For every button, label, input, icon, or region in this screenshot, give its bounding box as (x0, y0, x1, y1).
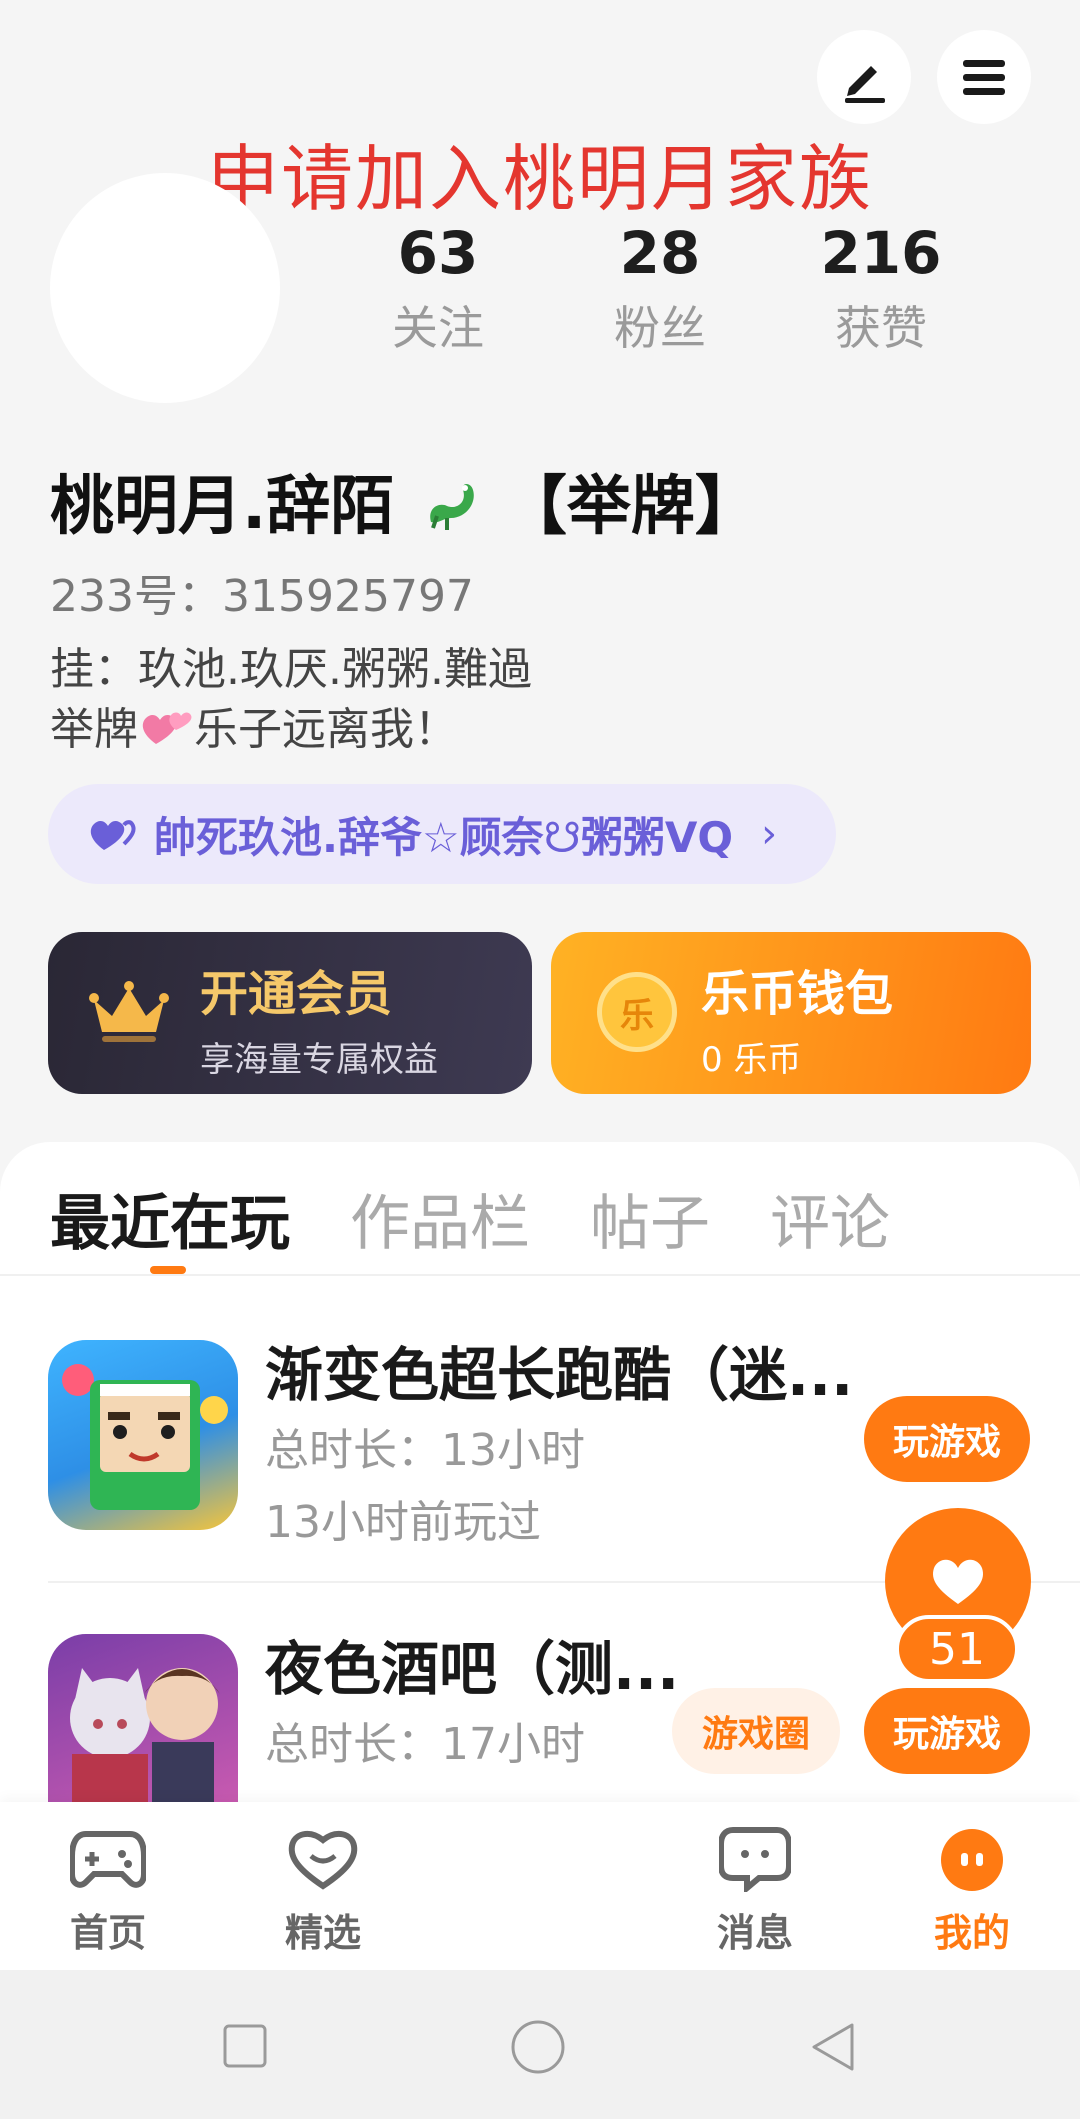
like-count-badge: 51 (895, 1615, 1019, 1683)
coin-icon: 乐 (597, 972, 677, 1052)
bio-line-2: 举牌 乐子远离我！ (50, 700, 532, 760)
chevron-right-icon: › (761, 811, 778, 857)
stat-likes-value: 216 (820, 219, 942, 287)
gamepad-icon (69, 1831, 147, 1888)
play-game-button-1[interactable]: 玩游戏 (864, 1396, 1030, 1482)
user-id: 233号：315925797 (50, 571, 474, 622)
play-game-button-2[interactable]: 玩游戏 (864, 1688, 1030, 1774)
nav-messages-label: 消息 (716, 1911, 793, 1955)
crown-icon (89, 981, 169, 1042)
tab-recent-play[interactable]: 最近在玩 (50, 1175, 290, 1262)
nav-me-label: 我的 (933, 1911, 1010, 1955)
vip-title: 开通会员 (200, 966, 393, 1022)
nav-featured-label: 精选 (284, 1911, 361, 1955)
game-last-played-1: 13小时前玩过 (265, 1497, 541, 1548)
wallet-title: 乐币钱包 (701, 966, 894, 1022)
tab-comments[interactable]: 评论 (770, 1175, 890, 1262)
back-triangle-icon[interactable] (808, 2021, 858, 2073)
game-circle-button-2[interactable]: 游戏圈 (672, 1688, 840, 1774)
hamburger-icon (963, 60, 1005, 95)
message-icon (718, 1827, 792, 1895)
stat-fans-value: 28 (619, 219, 701, 287)
heart-icon (933, 1559, 983, 1604)
stat-likes-label: 获赞 (835, 301, 927, 355)
family-link-pill[interactable]: 帥死玖池.辞爷☆顾奈☋粥粥VQ › (48, 784, 836, 884)
active-tab-indicator (150, 1266, 186, 1274)
nav-featured[interactable]: 精选 (248, 1826, 398, 1957)
wallet-card[interactable]: 乐 乐币钱包 0 乐币 (551, 932, 1031, 1094)
nav-home[interactable]: 首页 (33, 1826, 183, 1957)
recent-apps-icon[interactable] (222, 2023, 268, 2069)
stat-following-label: 关注 (392, 301, 484, 355)
game-duration-2: 总时长：17小时 (265, 1719, 585, 1770)
stat-fans-label: 粉丝 (614, 301, 706, 355)
hearts-emoji-icon (138, 702, 194, 752)
double-heart-icon (90, 820, 136, 850)
tab-works[interactable]: 作品栏 (350, 1175, 530, 1262)
dragon-emoji-icon (417, 472, 481, 536)
stat-following[interactable]: 63 关注 (328, 218, 548, 360)
game-duration-1: 总时长：13小时 (265, 1425, 585, 1476)
edit-button[interactable] (817, 30, 911, 124)
bio: 挂：玖池.玖厌.粥粥.難過 举牌 乐子远离我！ (50, 640, 532, 760)
profile-name: 桃明月.辞陌 【举牌】 (50, 455, 759, 547)
vip-subtitle: 享海量专属权益 (200, 1040, 438, 1080)
me-icon (941, 1829, 1003, 1891)
coin-glyph: 乐 (620, 995, 654, 1036)
nav-messages[interactable]: 消息 (680, 1826, 830, 1957)
stat-following-value: 63 (397, 219, 479, 287)
profile-name-text: 桃明月.辞陌 (50, 470, 395, 544)
menu-button[interactable] (937, 30, 1031, 124)
bio-line-2-end: 乐子远离我！ (194, 704, 458, 755)
nav-home-label: 首页 (69, 1911, 146, 1955)
vip-card[interactable]: 开通会员 享海量专属权益 (48, 932, 532, 1094)
game-icon-1[interactable] (48, 1340, 238, 1530)
wallet-balance: 0 乐币 (701, 1040, 802, 1080)
avatar[interactable] (50, 173, 280, 403)
tab-posts[interactable]: 帖子 (590, 1175, 710, 1262)
nav-me[interactable]: 我的 (897, 1826, 1047, 1957)
profile-name-suffix: 【举牌】 (502, 470, 759, 544)
stat-likes[interactable]: 216 获赞 (771, 218, 991, 360)
bio-line-1: 挂：玖池.玖厌.粥粥.難過 (50, 644, 532, 695)
heart-chat-icon (288, 1830, 358, 1890)
tab-divider (0, 1274, 1080, 1276)
game-title-1[interactable]: 渐变色超长跑酷（迷... (265, 1328, 853, 1412)
bio-line-2-start: 举牌 (50, 704, 138, 755)
family-link-text: 帥死玖池.辞爷☆顾奈☋粥粥VQ (154, 812, 734, 862)
home-circle-icon[interactable] (510, 2019, 566, 2075)
game-title-2[interactable]: 夜色酒吧（测... (265, 1622, 679, 1706)
stat-fans[interactable]: 28 粉丝 (550, 218, 770, 360)
pencil-icon (845, 66, 885, 103)
game-icon-2[interactable] (48, 1634, 238, 1802)
